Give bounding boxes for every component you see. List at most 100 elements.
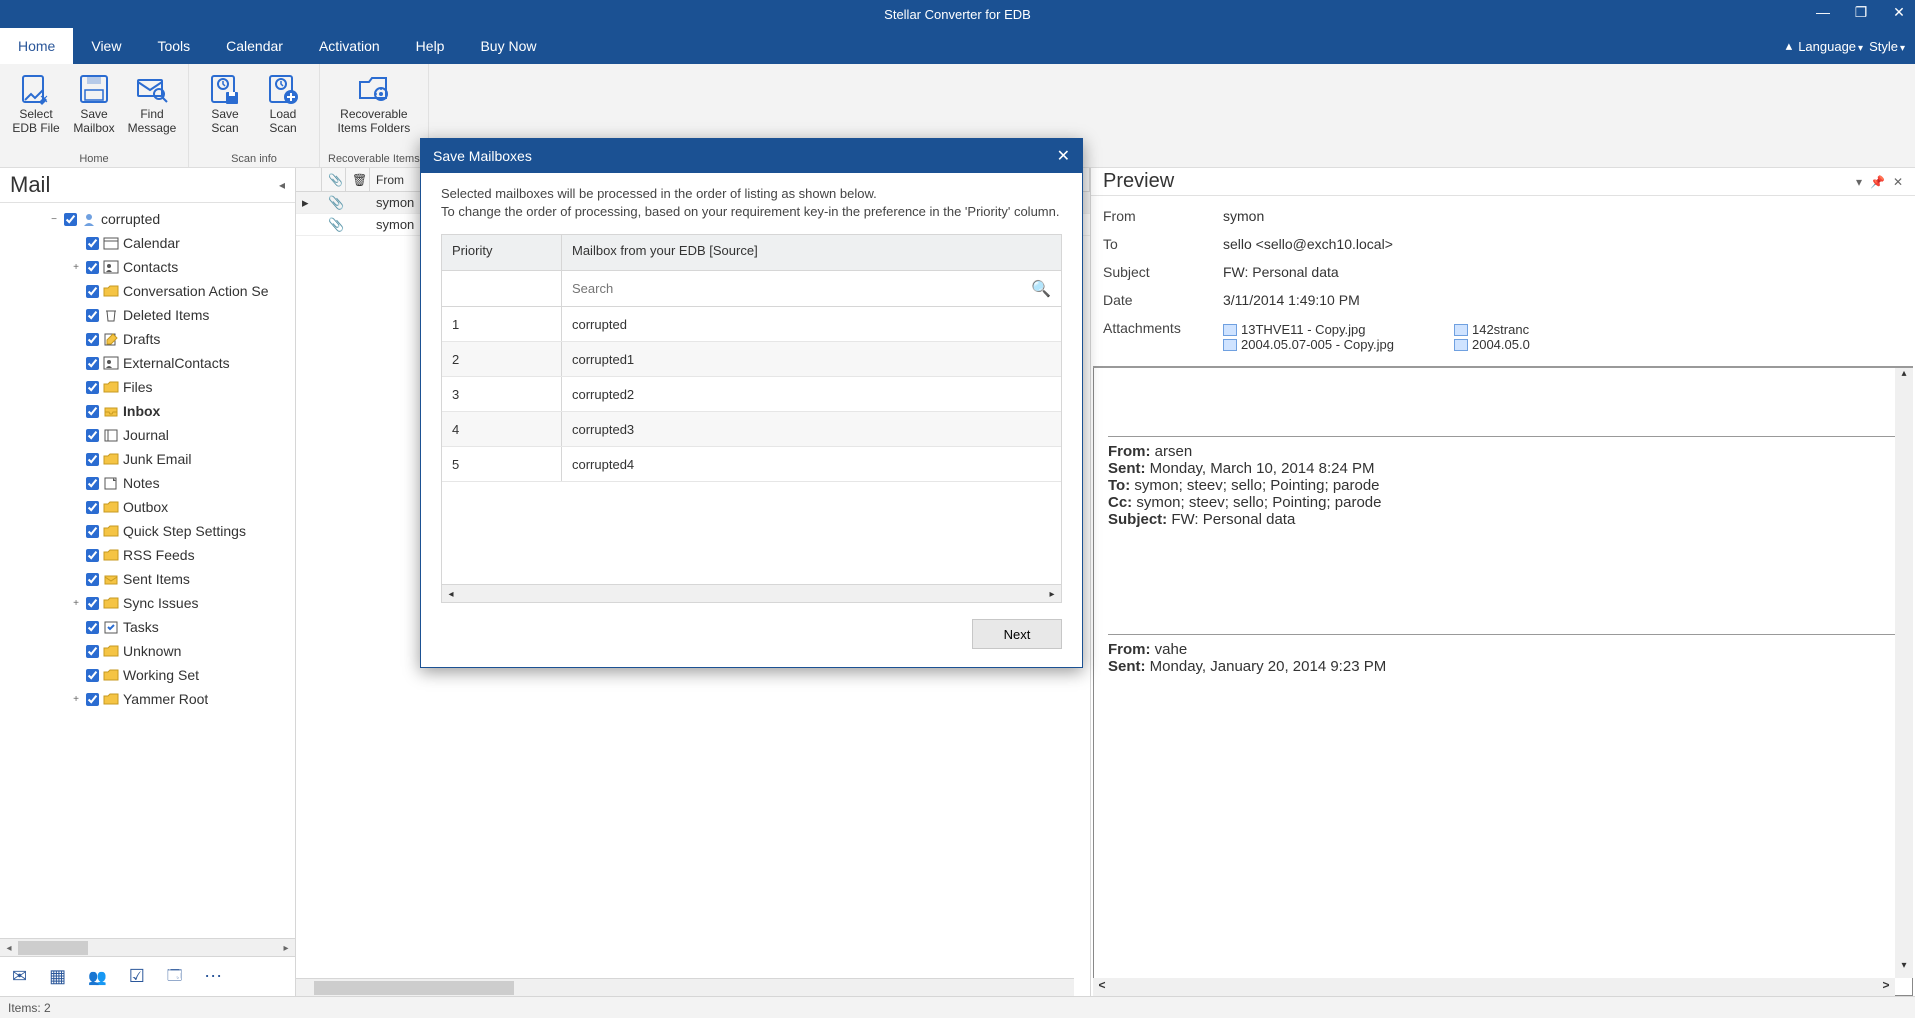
preview-hscroll[interactable]: <> xyxy=(1093,978,1895,996)
tree-item[interactable]: Outbox xyxy=(0,495,295,519)
tree-item[interactable]: Tasks xyxy=(0,615,295,639)
dialog-close-button[interactable]: ✕ xyxy=(1057,146,1070,166)
tree-checkbox[interactable] xyxy=(86,525,99,538)
tree-checkbox[interactable] xyxy=(86,237,99,250)
tree-item[interactable]: Deleted Items xyxy=(0,303,295,327)
attachment-item[interactable]: 142stranc xyxy=(1454,322,1530,337)
tree-item[interactable]: ExternalContacts xyxy=(0,351,295,375)
tree-checkbox[interactable] xyxy=(86,573,99,586)
tree-item[interactable]: Conversation Action Se xyxy=(0,279,295,303)
preview-meta: Fromsymon Tosello <sello@exch10.local> S… xyxy=(1091,196,1915,366)
tree-item[interactable]: Junk Email xyxy=(0,447,295,471)
load-scan-button[interactable]: Load Scan xyxy=(255,70,311,151)
tree-checkbox[interactable] xyxy=(86,621,99,634)
tab-home[interactable]: Home xyxy=(0,28,73,64)
tree-item[interactable]: Notes xyxy=(0,471,295,495)
tree-checkbox[interactable] xyxy=(86,669,99,682)
search-icon[interactable]: 🔍 xyxy=(1031,279,1051,299)
tree-checkbox[interactable] xyxy=(86,381,99,394)
mailbox-row[interactable]: 3corrupted2 xyxy=(442,377,1061,412)
col-priority[interactable]: Priority xyxy=(442,235,562,270)
drafts-icon xyxy=(103,332,119,346)
tree-checkbox[interactable] xyxy=(86,357,99,370)
collapse-left-icon[interactable]: ◂ xyxy=(279,178,285,192)
find-message-button[interactable]: Find Message xyxy=(124,70,180,151)
tree-checkbox[interactable] xyxy=(86,309,99,322)
tree-item[interactable]: +Yammer Root xyxy=(0,687,295,711)
tree-checkbox[interactable] xyxy=(86,693,99,706)
tree-checkbox[interactable] xyxy=(86,285,99,298)
tab-help[interactable]: Help xyxy=(398,28,463,64)
tree-checkbox[interactable] xyxy=(86,549,99,562)
preview-close-icon[interactable]: ✕ xyxy=(1893,175,1903,189)
tree-hscroll[interactable]: ◂▸ xyxy=(0,938,295,956)
attachment-item[interactable]: 2004.05.0 xyxy=(1454,337,1530,352)
tree-item[interactable]: Inbox xyxy=(0,399,295,423)
tree-checkbox[interactable] xyxy=(86,645,99,658)
tree-checkbox[interactable] xyxy=(64,213,77,226)
window-maximize[interactable]: ❐ xyxy=(1849,4,1873,21)
tab-buy-now[interactable]: Buy Now xyxy=(462,28,554,64)
tab-calendar[interactable]: Calendar xyxy=(208,28,301,64)
tree-item[interactable]: Unknown xyxy=(0,639,295,663)
next-button[interactable]: Next xyxy=(972,619,1062,649)
save-mailboxes-dialog: Save Mailboxes ✕ Selected mailboxes will… xyxy=(420,138,1083,668)
style-dropdown[interactable]: Style xyxy=(1869,39,1905,54)
search-input[interactable] xyxy=(572,281,1023,296)
mailbox-row[interactable]: 1corrupted xyxy=(442,307,1061,342)
tree-checkbox[interactable] xyxy=(86,429,99,442)
tree-checkbox[interactable] xyxy=(86,405,99,418)
tree-checkbox[interactable] xyxy=(86,261,99,274)
language-dropdown[interactable]: Language xyxy=(1798,39,1863,54)
col-expand[interactable] xyxy=(296,168,322,191)
window-close[interactable]: ✕ xyxy=(1887,4,1911,21)
recoverable-folders-button[interactable]: Recoverable Items Folders xyxy=(329,70,419,151)
window-minimize[interactable]: — xyxy=(1811,4,1835,21)
nav-mail-icon[interactable]: ✉ xyxy=(12,966,27,987)
grid-hscroll[interactable] xyxy=(296,978,1074,996)
app-title: Stellar Converter for EDB xyxy=(884,7,1031,22)
preview-vscroll[interactable]: ▴▾ xyxy=(1895,368,1913,978)
col-attachment-icon[interactable]: 📎 xyxy=(322,168,346,191)
tree-checkbox[interactable] xyxy=(86,597,99,610)
mailbox-row[interactable]: 2corrupted1 xyxy=(442,342,1061,377)
tree-item[interactable]: Files xyxy=(0,375,295,399)
col-delete-icon[interactable]: 🗑 xyxy=(346,168,370,191)
tree-item[interactable]: RSS Feeds xyxy=(0,543,295,567)
nav-people-icon[interactable]: 👥 xyxy=(88,968,107,986)
tree-item[interactable]: +Sync Issues xyxy=(0,591,295,615)
preview-pin-icon[interactable]: 📌 xyxy=(1870,175,1885,189)
nav-calendar-icon[interactable]: ▦ xyxy=(49,966,66,987)
save-mailbox-icon xyxy=(77,72,111,106)
tree-item[interactable]: Working Set xyxy=(0,663,295,687)
tree-item[interactable]: Sent Items xyxy=(0,567,295,591)
save-mailbox-button[interactable]: Save Mailbox xyxy=(66,70,122,151)
save-scan-button[interactable]: Save Scan xyxy=(197,70,253,151)
tree-root[interactable]: −corrupted xyxy=(0,207,295,231)
tab-tools[interactable]: Tools xyxy=(139,28,208,64)
select-edb-button[interactable]: Select EDB File xyxy=(8,70,64,151)
tree-checkbox[interactable] xyxy=(86,477,99,490)
tree-checkbox[interactable] xyxy=(86,333,99,346)
calendar-icon xyxy=(103,236,119,250)
nav-tasks-icon[interactable]: ☑ xyxy=(129,966,145,987)
tab-activation[interactable]: Activation xyxy=(301,28,398,64)
nav-more-icon[interactable]: ⋯ xyxy=(204,966,222,987)
tree-item[interactable]: Calendar xyxy=(0,231,295,255)
tree-item[interactable]: Journal xyxy=(0,423,295,447)
tab-view[interactable]: View xyxy=(73,28,139,64)
preview-dropdown-icon[interactable]: ▾ xyxy=(1856,175,1862,189)
tree-item[interactable]: Drafts xyxy=(0,327,295,351)
tree-checkbox[interactable] xyxy=(86,501,99,514)
attachment-item[interactable]: 2004.05.07-005 - Copy.jpg xyxy=(1223,337,1394,352)
tree-checkbox[interactable] xyxy=(86,453,99,466)
mailbox-row[interactable]: 4corrupted3 xyxy=(442,412,1061,447)
attachment-item[interactable]: 13THVE11 - Copy.jpg xyxy=(1223,322,1394,337)
mailbox-row[interactable]: 5corrupted4 xyxy=(442,447,1061,482)
nav-notes-icon[interactable]: 🗔 xyxy=(167,965,182,989)
user-icon xyxy=(81,212,97,226)
dialog-hscroll[interactable]: ◂▸ xyxy=(442,584,1061,602)
col-mailbox[interactable]: Mailbox from your EDB [Source] xyxy=(562,235,1061,270)
tree-item[interactable]: +Contacts xyxy=(0,255,295,279)
tree-item[interactable]: Quick Step Settings xyxy=(0,519,295,543)
